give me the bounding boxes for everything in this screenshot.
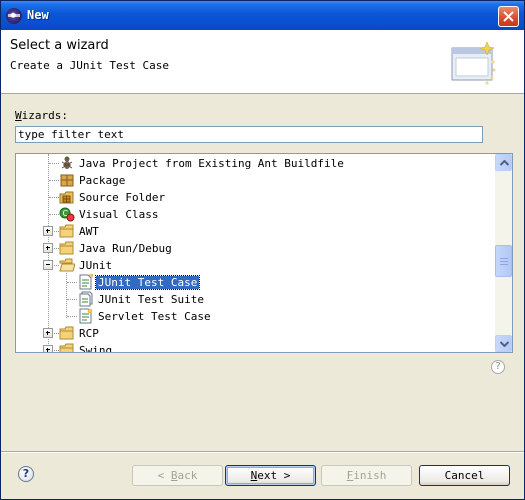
back-mnemonic: B <box>170 469 178 482</box>
wizard-banner-icon <box>451 41 496 85</box>
tree-item-swing[interactable]: Swing <box>16 342 495 352</box>
tree-item-label: Swing <box>79 344 113 352</box>
new-wizard-dialog: New Select a wizard Create a JUnit Test … <box>0 0 525 500</box>
package-icon <box>60 174 74 187</box>
chevron-up-icon <box>500 160 509 166</box>
back-button[interactable]: < Back <box>132 465 223 486</box>
folder-icon <box>59 224 74 238</box>
thumb-grip <box>500 264 508 265</box>
tree-item-ant-project[interactable]: Java Project from Existing Ant Buildfile <box>16 155 495 172</box>
folder-open-icon <box>59 258 75 272</box>
junit-test-suite-icon <box>79 291 93 307</box>
tree-item-label: Java Run/Debug <box>79 242 172 255</box>
expand-icon[interactable] <box>43 345 53 352</box>
close-icon <box>503 11 514 22</box>
back-label: ack <box>177 469 198 482</box>
finish-button[interactable]: Finish <box>321 465 412 486</box>
tree-item-label: Servlet Test Case <box>98 310 211 323</box>
wizards-label-text: izards: <box>21 109 68 122</box>
finish-label: inish <box>353 469 387 482</box>
wizards-label: Wizards: <box>15 109 68 122</box>
tree-item-label: Visual Class <box>79 208 159 221</box>
banner-title: Select a wizard <box>10 38 109 53</box>
thumb-grip <box>500 261 508 262</box>
ant-icon <box>61 156 73 169</box>
scroll-up-button[interactable] <box>495 154 512 171</box>
tree-connector <box>67 316 77 317</box>
tree-item-label: JUnit <box>79 259 113 272</box>
tree-connector <box>67 299 77 300</box>
source-folder-icon <box>59 191 74 204</box>
tree-item-rcp[interactable]: RCP <box>16 325 495 342</box>
junit-test-case-icon <box>79 274 94 290</box>
tree-item-label: Java Project from Existing Ant Buildfile <box>79 157 344 170</box>
tree-item-awt[interactable]: AWT <box>16 223 495 240</box>
tree-item-label: RCP <box>79 327 99 340</box>
thumb-grip <box>500 258 508 259</box>
tree-connector <box>49 180 59 181</box>
description-help-icon[interactable]: ? <box>491 360 505 374</box>
tree-item-label: AWT <box>79 225 99 238</box>
tree-item-label: JUnit Test Suite <box>98 293 204 306</box>
expand-icon[interactable] <box>43 226 53 236</box>
tree-connector <box>49 163 59 164</box>
tree-item-junit-test-case[interactable]: JUnit Test Case <box>16 274 495 291</box>
next-button[interactable]: Next > <box>225 465 316 486</box>
folder-icon <box>59 241 74 255</box>
wizard-tree[interactable]: Java Project from Existing Ant Buildfile… <box>15 153 513 353</box>
tree-item-servlet-test-case[interactable]: Servlet Test Case <box>16 308 495 325</box>
tree-viewport: Java Project from Existing Ant Buildfile… <box>16 154 495 352</box>
tree-item-junit-test-suite[interactable]: JUnit Test Suite <box>16 291 495 308</box>
tree-item-source-folder[interactable]: Source Folder <box>16 189 495 206</box>
tree-item-java-run-debug[interactable]: Java Run/Debug <box>16 240 495 257</box>
tree-item-label: Package <box>79 174 126 187</box>
button-bar-separator <box>1 451 524 453</box>
tree-item-label: JUnit Test Case <box>94 275 201 290</box>
tree-scrollbar[interactable] <box>495 154 512 352</box>
collapse-icon[interactable] <box>43 260 53 270</box>
folder-icon <box>59 326 74 340</box>
help-button[interactable]: ? <box>18 466 34 482</box>
tree-connector <box>67 282 77 283</box>
tree-item-visual-class[interactable]: C Visual Class <box>16 206 495 223</box>
banner-subtitle: Create a JUnit Test Case <box>10 59 169 72</box>
scroll-thumb[interactable] <box>495 245 512 277</box>
eclipse-icon <box>6 8 22 24</box>
tree-item-package[interactable]: Package <box>16 172 495 189</box>
wizard-banner: Select a wizard Create a JUnit Test Case <box>1 30 524 94</box>
next-label: ext > <box>257 469 291 482</box>
servlet-test-case-icon <box>79 308 93 324</box>
expand-icon[interactable] <box>43 243 53 253</box>
title-bar[interactable]: New <box>1 1 524 30</box>
close-button[interactable] <box>498 6 519 27</box>
chevron-down-icon <box>500 341 509 347</box>
window-title: New <box>27 8 49 22</box>
tree-item-junit[interactable]: JUnit <box>16 257 495 274</box>
scroll-down-button[interactable] <box>495 335 512 352</box>
expand-icon[interactable] <box>43 328 53 338</box>
wizards-mnemonic: W <box>15 109 22 122</box>
visual-class-icon: C <box>59 207 75 222</box>
filter-input[interactable]: type filter text <box>15 126 483 143</box>
tree-item-label: Source Folder <box>79 191 166 204</box>
folder-icon <box>59 343 74 352</box>
tree-connector <box>49 214 59 215</box>
cancel-button[interactable]: Cancel <box>419 465 510 486</box>
tree-connector <box>49 197 59 198</box>
